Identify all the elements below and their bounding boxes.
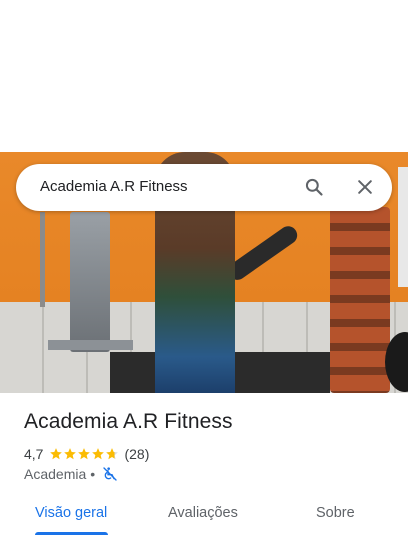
search-bar[interactable]: Academia A.R Fitness xyxy=(16,164,392,211)
star-icon xyxy=(50,448,63,460)
review-count[interactable]: (28) xyxy=(124,446,149,462)
rating-value: 4,7 xyxy=(24,446,44,462)
category-row: Academia • xyxy=(24,465,118,483)
category-label: Academia xyxy=(24,466,87,482)
search-input[interactable]: Academia A.R Fitness xyxy=(40,178,188,195)
half-star-icon xyxy=(106,448,119,460)
place-tabs: Visão geral Avaliações Sobre xyxy=(0,500,408,544)
star-icon xyxy=(92,448,105,460)
tab-reviews[interactable]: Avaliações xyxy=(168,505,238,521)
star-icon xyxy=(78,448,91,460)
not-wheelchair-accessible-icon[interactable] xyxy=(102,466,118,482)
tab-about[interactable]: Sobre xyxy=(316,505,355,521)
tab-overview[interactable]: Visão geral xyxy=(35,505,107,521)
active-tab-indicator xyxy=(35,532,108,535)
star-icon xyxy=(64,448,77,460)
map-area xyxy=(0,0,408,152)
search-icon[interactable] xyxy=(304,177,324,197)
star-rating xyxy=(49,447,119,461)
close-icon[interactable] xyxy=(355,177,375,197)
separator: • xyxy=(90,466,96,482)
place-title: Academia A.R Fitness xyxy=(24,410,233,433)
rating-row[interactable]: 4,7 (28) xyxy=(24,445,149,463)
